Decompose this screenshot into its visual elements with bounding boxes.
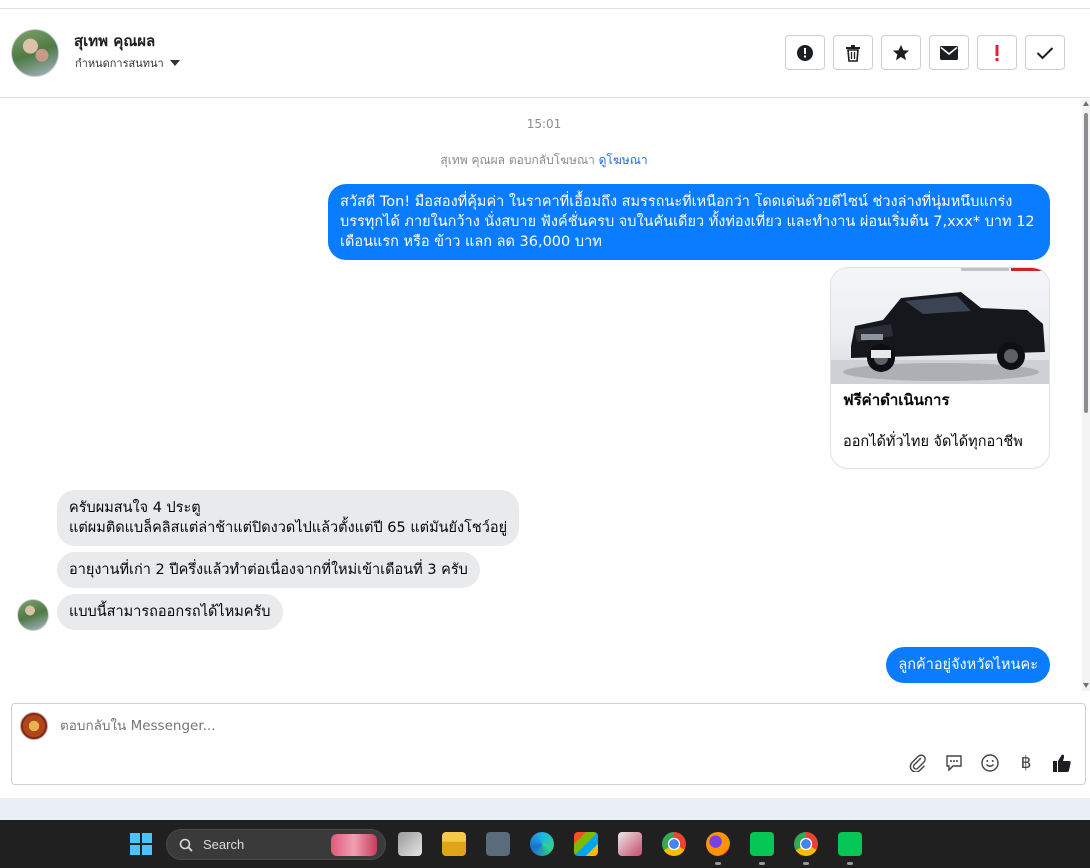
running-indicator: [847, 862, 853, 865]
line-icon[interactable]: [750, 832, 774, 856]
done-button[interactable]: [1025, 35, 1065, 70]
saved-replies-button[interactable]: [943, 752, 965, 774]
caret-down-icon: [169, 60, 180, 66]
contact-name[interactable]: สุเทพ คุณผล: [74, 29, 155, 53]
message-timestamp: 15:01: [526, 117, 562, 131]
trash-icon: [846, 44, 860, 62]
search-icon: [179, 838, 193, 852]
header-actions: [785, 35, 1065, 70]
alert-circle-icon: [797, 44, 813, 61]
incoming-message-line: ครับผมสนใจ 4 ประตู: [69, 500, 201, 516]
smiley-icon: [981, 754, 999, 772]
paperclip-icon: [909, 754, 926, 772]
windows-start-icon[interactable]: [130, 833, 152, 855]
incoming-message: แบบนี้สามารถออกรถได้ไหมครับ: [57, 594, 283, 630]
checkmark-icon: [1036, 46, 1054, 59]
scroll-thumb[interactable]: [1084, 113, 1088, 413]
running-indicator: [715, 862, 721, 865]
baht-icon: ฿: [1020, 753, 1032, 773]
taskbar: Search: [0, 820, 1090, 868]
payment-button[interactable]: ฿: [1015, 752, 1037, 774]
file-explorer-icon[interactable]: [442, 832, 466, 856]
edge-icon[interactable]: [530, 832, 554, 856]
ad-reply-note: สุเทพ คุณผล ตอบกลับโฆษณา ดูโฆษณา: [0, 151, 1080, 170]
chat-bubble-icon: [946, 755, 962, 772]
scroll-up-arrow-icon[interactable]: [1083, 101, 1089, 106]
pickup-truck-image: [831, 268, 1049, 384]
page-avatar: [20, 712, 48, 740]
task-view-icon[interactable]: [398, 832, 422, 856]
taskbar-search-label: Search: [203, 837, 245, 852]
message-composer: ฿: [11, 703, 1086, 785]
ad-card-title: ฟรีค่าดำเนินการ: [843, 391, 950, 409]
mark-unread-button[interactable]: [929, 35, 969, 70]
message-thread[interactable]: 15:01 สุเทพ คุณผล ตอบกลับโฆษณา ดูโฆษณา ส…: [0, 99, 1080, 691]
envelope-icon: [940, 45, 958, 60]
incoming-message-line: แต่ผมติดแบล็คลิสแต่ล่าช้าแต่ปิดงวดไปแล้ว…: [69, 520, 508, 536]
assign-conversation-dropdown[interactable]: กำหนดการสนทนา: [75, 54, 180, 72]
ad-reply-note-text: สุเทพ คุณผล ตอบกลับโฆษณา: [440, 153, 595, 167]
microsoft-store-icon[interactable]: [574, 832, 598, 856]
contact-avatar[interactable]: [11, 29, 59, 77]
thread-scrollbar[interactable]: [1082, 99, 1090, 691]
ad-card-image: [831, 268, 1049, 384]
calculator-icon[interactable]: [486, 832, 510, 856]
exclamation-icon: [995, 44, 999, 61]
ad-card-description: ออกได้ทั่วไทย จัดได้ทุกอาชีพ: [843, 434, 1023, 450]
outgoing-ad-message: สวัสดี Ton! มือสองที่คุ้มค่า ในราคาที่เอ…: [328, 184, 1050, 260]
taskbar-search[interactable]: Search: [166, 829, 386, 860]
firefox-icon[interactable]: [706, 832, 730, 856]
delete-button[interactable]: [833, 35, 873, 70]
line-icon[interactable]: [838, 832, 862, 856]
like-button[interactable]: [1051, 752, 1073, 774]
running-indicator: [759, 862, 765, 865]
incoming-message: อายุงานที่เก่า 2 ปีครึ่งแล้วทำต่อเนื่องจ…: [57, 552, 480, 588]
assign-label: กำหนดการสนทนา: [75, 57, 164, 70]
attach-button[interactable]: [907, 752, 929, 774]
reply-input[interactable]: [60, 718, 860, 734]
snipping-tool-icon[interactable]: [618, 832, 642, 856]
view-ad-link[interactable]: ดูโฆษณา: [599, 153, 648, 167]
conversation-header: สุเทพ คุณผล กำหนดการสนทนา: [0, 9, 1090, 98]
incoming-message: ครับผมสนใจ 4 ประตู แต่ผมติดแบล็คลิสแต่ล่…: [57, 490, 520, 546]
composer-tools: ฿: [907, 752, 1073, 774]
running-indicator: [803, 862, 809, 865]
contact-avatar-small[interactable]: [17, 599, 49, 631]
report-button[interactable]: [785, 35, 825, 70]
outgoing-reply-message: ลูกค้าอยู่จังหวัดไหนคะ: [886, 647, 1050, 683]
ad-card[interactable]: ฟรีค่าดำเนินการ ออกได้ทั่วไทย จัดได้ทุกอ…: [830, 267, 1050, 469]
chrome-profile-icon[interactable]: [794, 832, 818, 856]
important-button[interactable]: [977, 35, 1017, 70]
chrome-icon[interactable]: [662, 832, 686, 856]
scroll-down-arrow-icon[interactable]: [1083, 683, 1089, 688]
page-footer-band: [0, 798, 1090, 820]
search-highlight-image: [331, 834, 377, 856]
emoji-button[interactable]: [979, 752, 1001, 774]
star-icon: [892, 44, 910, 60]
star-button[interactable]: [881, 35, 921, 70]
thumbs-up-icon: [1053, 754, 1071, 772]
